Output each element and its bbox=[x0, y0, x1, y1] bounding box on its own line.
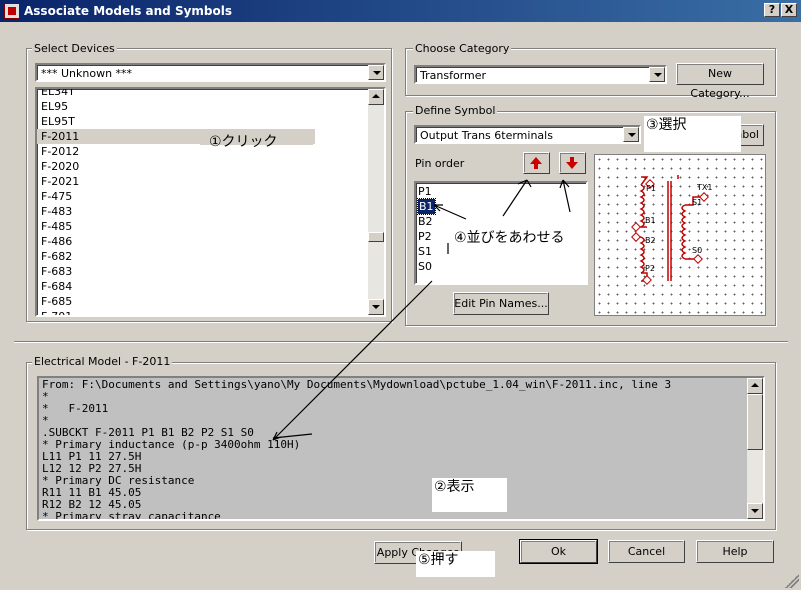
new-category-label: New Category... bbox=[690, 67, 750, 100]
close-button[interactable]: X bbox=[781, 3, 797, 17]
preview-label: S1 bbox=[692, 198, 702, 207]
window-title: Associate Models and Symbols bbox=[24, 4, 233, 18]
edit-pin-names-label: Edit Pin Names... bbox=[454, 297, 548, 310]
app-icon bbox=[4, 3, 20, 19]
list-item[interactable]: F-486 bbox=[41, 234, 72, 249]
pin-item[interactable]: P1 bbox=[418, 184, 432, 199]
display-annotation: ②表示 bbox=[432, 478, 507, 512]
resize-grip-icon[interactable] bbox=[785, 574, 799, 588]
define-symbol-label: Define Symbol bbox=[413, 104, 498, 117]
scroll-up-icon[interactable] bbox=[747, 378, 763, 394]
list-item[interactable]: EL34T bbox=[41, 89, 75, 99]
choose-category-label: Choose Category bbox=[413, 42, 512, 55]
cancel-label: Cancel bbox=[627, 545, 666, 558]
list-item[interactable]: F-485 bbox=[41, 219, 72, 234]
scroll-down-icon[interactable] bbox=[747, 503, 763, 519]
model-line: * Primary stray capacitance bbox=[42, 510, 221, 521]
preview-label: P1 bbox=[646, 184, 656, 193]
preview-label: S0 bbox=[692, 246, 702, 255]
device-filter-value: *** Unknown *** bbox=[41, 67, 133, 80]
list-item[interactable]: F-685 bbox=[41, 294, 72, 309]
chevron-down-icon[interactable] bbox=[649, 67, 665, 82]
list-item[interactable]: F-2012 bbox=[41, 144, 79, 159]
list-item[interactable]: EL95T bbox=[41, 114, 75, 129]
model-line: From: F:\Documents and Settings\yano\My … bbox=[42, 378, 672, 391]
symbol-value: Output Trans 6terminals bbox=[420, 129, 553, 142]
pin-item[interactable]: S0 bbox=[418, 259, 432, 274]
move-up-button[interactable] bbox=[523, 152, 550, 174]
scroll-thumb[interactable] bbox=[368, 232, 384, 242]
title-bar: Associate Models and Symbols ? X bbox=[0, 0, 801, 22]
arrow-down-icon bbox=[566, 157, 578, 169]
separator-highlight bbox=[14, 342, 788, 343]
transformer-symbol-icon: P1 B1 S1 B2 S0 P2 TX1 bbox=[631, 175, 712, 285]
arrow-up-icon bbox=[530, 157, 542, 169]
list-item[interactable]: F-684 bbox=[41, 279, 72, 294]
list-item[interactable]: F-475 bbox=[41, 189, 72, 204]
move-down-button[interactable] bbox=[559, 152, 586, 174]
list-item[interactable]: F-683 bbox=[41, 264, 72, 279]
preview-label: B2 bbox=[645, 236, 656, 245]
pin-item[interactable]: B2 bbox=[418, 214, 433, 229]
order-annotation: ④並びをあわせる bbox=[452, 229, 584, 251]
click-annotation: ①クリック bbox=[209, 134, 278, 150]
symbol-combo[interactable]: Output Trans 6terminals bbox=[414, 125, 641, 144]
help-title-button[interactable]: ? bbox=[764, 3, 780, 17]
ok-button[interactable]: Ok bbox=[519, 539, 598, 564]
preview-ref: TX1 bbox=[696, 183, 712, 192]
cancel-button[interactable]: Cancel bbox=[608, 540, 685, 563]
help-button[interactable]: Help bbox=[696, 540, 774, 563]
model-text-area[interactable]: From: F:\Documents and Settings\yano\My … bbox=[37, 376, 765, 521]
chevron-down-icon[interactable] bbox=[368, 65, 384, 80]
list-item[interactable]: F-2020 bbox=[41, 159, 79, 174]
new-category-button[interactable]: New Category... bbox=[676, 63, 764, 100]
device-filter-combo[interactable]: *** Unknown *** bbox=[35, 63, 386, 82]
select-annotation: ③選択 bbox=[644, 116, 741, 152]
list-item[interactable]: EL95 bbox=[41, 99, 68, 114]
pin-order-label: Pin order bbox=[415, 157, 465, 170]
scroll-thumb[interactable] bbox=[747, 394, 763, 450]
ok-label: Ok bbox=[550, 545, 567, 558]
chevron-down-icon[interactable] bbox=[623, 127, 639, 142]
symbol-preview: P1 B1 S1 B2 S0 P2 TX1 bbox=[594, 154, 766, 316]
pin-item[interactable]: B1 bbox=[417, 198, 436, 215]
scroll-up-icon[interactable] bbox=[368, 89, 384, 105]
list-item[interactable]: F-483 bbox=[41, 204, 72, 219]
pin-item[interactable]: P2 bbox=[418, 229, 432, 244]
category-value: Transformer bbox=[420, 69, 487, 82]
edit-pin-names-button[interactable]: Edit Pin Names... bbox=[453, 292, 549, 315]
list-item[interactable]: F-682 bbox=[41, 249, 72, 264]
electrical-model-label: Electrical Model - F-2011 bbox=[32, 355, 173, 368]
model-scrollbar[interactable] bbox=[747, 378, 763, 519]
list-item[interactable]: F-2021 bbox=[41, 174, 79, 189]
list-item[interactable]: F-701 bbox=[41, 309, 72, 315]
select-devices-label: Select Devices bbox=[32, 42, 117, 55]
model-line: * F-2011 bbox=[42, 402, 109, 415]
device-list[interactable]: EL34T EL95 EL95T F-2011 F-2012 F-2020 F-2021 F-… bbox=[35, 87, 386, 317]
category-combo[interactable]: Transformer bbox=[414, 65, 667, 84]
preview-label: P2 bbox=[645, 264, 655, 273]
pin-item[interactable]: S1 bbox=[418, 244, 432, 259]
press-annotation: ⑤押す bbox=[416, 551, 495, 577]
help-label: Help bbox=[722, 545, 748, 558]
device-list-scrollbar[interactable] bbox=[368, 89, 384, 315]
scroll-down-icon[interactable] bbox=[368, 299, 384, 315]
preview-label: B1 bbox=[645, 216, 656, 225]
